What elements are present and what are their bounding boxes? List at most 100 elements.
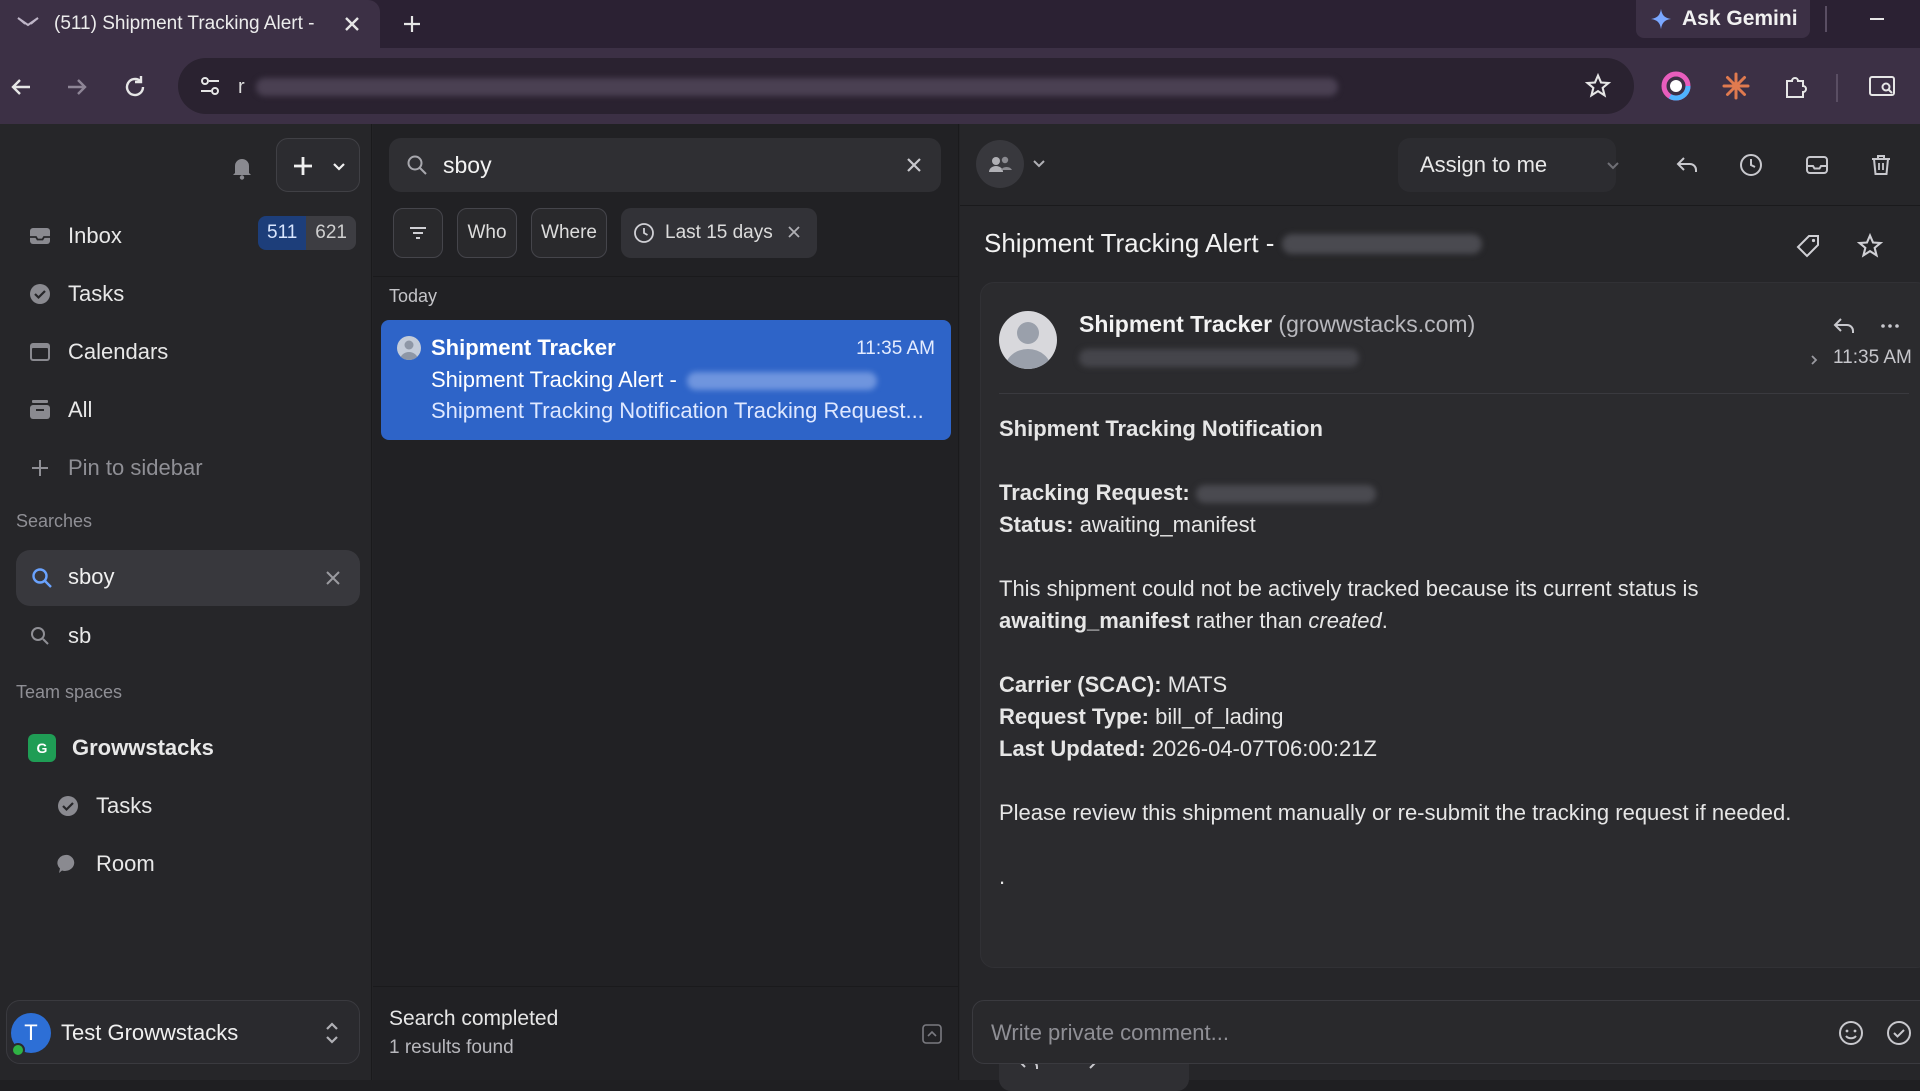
explain-mid: rather than <box>1195 608 1303 633</box>
email-from: Shipment Tracker (growwstacks.com) <box>1079 311 1475 338</box>
close-tab-icon[interactable] <box>340 12 364 36</box>
date-filter-label: Last 15 days <box>665 222 773 243</box>
sender-avatar <box>397 336 421 360</box>
star-icon[interactable] <box>1856 232 1884 260</box>
tracking-request-label: Tracking Request: <box>999 480 1190 505</box>
address-bar[interactable]: r <box>178 58 1634 114</box>
trailing-text: . <box>999 864 1006 889</box>
participants-button[interactable] <box>976 140 1024 188</box>
bookmark-star-icon[interactable] <box>1584 72 1612 100</box>
last-updated-value: 2026-04-07T06:00:21Z <box>1151 736 1377 761</box>
sidebar-item-all[interactable]: All <box>28 390 92 430</box>
gemini-sparkle-icon <box>1650 8 1672 30</box>
team-space-growwstacks[interactable]: G Growwstacks <box>28 728 214 768</box>
inbox-total-count: 621 <box>306 216 356 250</box>
tag-icon[interactable] <box>1794 232 1822 260</box>
reply-icon[interactable] <box>1674 152 1700 178</box>
person-icon <box>1005 322 1051 369</box>
date-group-label: Today <box>389 286 438 306</box>
chevron-down-icon[interactable] <box>1604 156 1622 174</box>
filter-button[interactable] <box>393 208 443 258</box>
back-icon[interactable] <box>6 72 36 102</box>
pin-label: Pin to sidebar <box>68 455 203 480</box>
saved-search-sboy[interactable]: sboy <box>16 550 360 606</box>
ask-gemini-label: Ask Gemini <box>1682 7 1798 30</box>
search-status: Search completed 1 results found <box>373 986 959 1080</box>
sidebar-item-inbox[interactable]: Inbox <box>28 216 122 256</box>
team-item-room[interactable]: Room <box>56 844 155 884</box>
notifications-bell-icon[interactable] <box>228 154 256 182</box>
snooze-clock-icon[interactable] <box>1738 152 1764 178</box>
remove-search-icon[interactable] <box>322 567 344 589</box>
mail-favicon-icon <box>17 17 39 27</box>
team-item-tasks[interactable]: Tasks <box>56 786 152 826</box>
site-settings-icon[interactable] <box>196 72 224 100</box>
closing-text: Please review this shipment manually or … <box>999 800 1792 825</box>
chevron-down-icon[interactable] <box>1030 154 1048 172</box>
url-redacted <box>256 78 1338 96</box>
who-filter-button[interactable]: Who <box>457 208 517 258</box>
searches-heading: Searches <box>16 511 93 531</box>
explain-text: This shipment could not be actively trac… <box>999 576 1699 601</box>
search-status-title: Search completed <box>389 1007 559 1030</box>
subject-redacted <box>1282 234 1482 254</box>
clear-search-icon[interactable] <box>903 154 925 176</box>
saved-search-label: sb <box>68 623 92 648</box>
url-text: r <box>238 76 245 98</box>
chevron-right-icon[interactable] <box>1807 353 1821 367</box>
saved-search-sb[interactable]: sb <box>28 616 91 656</box>
browser-tab[interactable]: (511) Shipment Tracking Alert - <box>0 0 380 48</box>
search-icon <box>407 155 427 175</box>
calendar-icon <box>30 343 50 361</box>
saved-search-label: sboy <box>68 564 115 589</box>
collapse-panel-icon[interactable] <box>921 1023 943 1045</box>
search-bar <box>389 138 941 192</box>
side-panel-icon[interactable] <box>1866 70 1898 102</box>
account-switcher[interactable]: T Test Growwstacks <box>6 1000 360 1064</box>
ask-gemini-button[interactable]: Ask Gemini <box>1636 0 1810 38</box>
sidebar-item-label: Tasks <box>68 281 125 306</box>
search-result-count: 1 results found <box>389 1037 514 1058</box>
claude-extension-icon[interactable] <box>1720 70 1752 102</box>
message-list-pane: Who Where Last 15 days Today Shipment Tr… <box>373 124 959 1080</box>
chat-bubble-icon <box>57 854 75 873</box>
trash-icon[interactable] <box>1868 152 1894 178</box>
extensions-puzzle-icon[interactable] <box>1780 70 1812 102</box>
clock-icon <box>634 223 654 243</box>
pin-to-sidebar-button[interactable]: Pin to sidebar <box>28 448 203 488</box>
email-body: Shipment Tracking Notification Tracking … <box>999 413 1909 925</box>
sidebar-item-tasks[interactable]: Tasks <box>28 274 124 314</box>
inbox-count-badge: 511 621 <box>258 216 356 250</box>
message-list-item[interactable]: Shipment Tracker 11:35 AM Shipment Track… <box>381 320 951 440</box>
sidebar-item-calendars[interactable]: Calendars <box>28 332 168 372</box>
sidebar-item-label: Inbox <box>68 223 122 248</box>
message-time: 11:35 AM <box>856 338 935 359</box>
sender-avatar <box>999 311 1057 369</box>
email-timestamp: 11:35 AM <box>1833 347 1912 368</box>
sidebar-item-label: All <box>68 397 93 422</box>
archive-icon[interactable] <box>1804 152 1830 178</box>
sender-domain: (growwstacks.com) <box>1278 311 1476 337</box>
date-filter-chip[interactable]: Last 15 days <box>621 208 817 258</box>
compose-button[interactable] <box>276 138 360 192</box>
color-extension-icon[interactable] <box>1660 70 1692 102</box>
private-comment-input[interactable] <box>991 1015 1671 1051</box>
reply-icon[interactable] <box>1831 313 1857 339</box>
resolve-check-icon[interactable] <box>1885 1019 1913 1047</box>
remove-filter-icon[interactable] <box>785 223 803 241</box>
more-options-icon[interactable] <box>1879 315 1901 337</box>
sidebar-item-label: Calendars <box>68 339 169 364</box>
minimize-window-icon[interactable] <box>1862 6 1892 32</box>
private-comment-box <box>972 1000 1920 1064</box>
browser-toolbar: r <box>0 48 1920 124</box>
team-badge: G <box>28 734 56 762</box>
explain-end: . <box>1381 608 1388 633</box>
assign-to-me-button[interactable]: Assign to me <box>1398 138 1616 192</box>
emoji-icon[interactable] <box>1837 1019 1865 1047</box>
new-tab-icon[interactable] <box>400 12 424 36</box>
search-input[interactable] <box>443 148 883 182</box>
forward-icon[interactable] <box>62 72 92 102</box>
reload-icon[interactable] <box>120 72 150 102</box>
where-filter-button[interactable]: Where <box>531 208 607 258</box>
header-divider <box>999 393 1909 394</box>
